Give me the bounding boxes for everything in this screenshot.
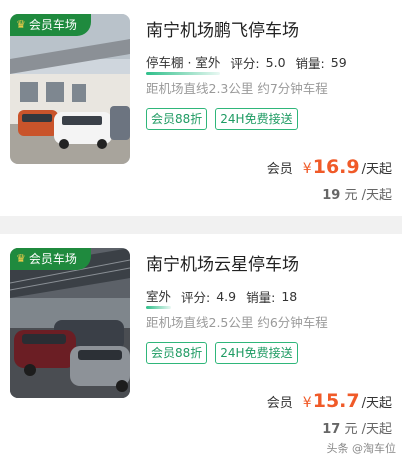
parking-type: 停车棚 · 室外 xyxy=(146,52,221,75)
parking-lot-photo-image xyxy=(10,248,130,398)
currency-symbol: ¥ xyxy=(302,395,312,411)
member-price: 会员 ¥ 15.7 /天起 xyxy=(267,390,392,412)
parking-listing-card[interactable]: ♛ 会员车场 南宁机场鹏飞停车场 停车棚 · 室外 评分: 5.0 销量: 59… xyxy=(0,0,402,216)
rating-label: 评分: xyxy=(181,290,211,305)
parking-lot-photo[interactable]: ♛ 会员车场 xyxy=(10,248,130,398)
member-price: 会员 ¥ 16.9 /天起 xyxy=(267,156,392,178)
sales-value: 59 xyxy=(330,55,347,70)
parking-lot-photo[interactable]: ♛ 会员车场 xyxy=(10,14,130,164)
price-unit: /天起 xyxy=(361,396,392,411)
listing-meta: 停车棚 · 室外 评分: 5.0 销量: 59 xyxy=(146,52,347,75)
member-lot-badge: ♛ 会员车场 xyxy=(10,248,91,270)
original-price-value: 19 xyxy=(322,188,341,203)
distance-info: 距机场直线2.5公里 约6分钟车程 xyxy=(146,315,328,330)
listing-meta: 室外 评分: 4.9 销量: 18 xyxy=(146,286,298,309)
original-price: 17 元 /天起 xyxy=(322,418,392,437)
parking-lot-title[interactable]: 南宁机场云星停车场 xyxy=(146,250,299,275)
parking-type: 室外 xyxy=(146,286,172,309)
parking-lot-photo-image xyxy=(10,14,130,164)
original-price-value: 17 xyxy=(322,422,341,437)
crown-icon: ♛ xyxy=(16,18,26,31)
distance-info: 距机场直线2.3公里 约7分钟车程 xyxy=(146,81,328,96)
tag-list: 会员88折 24H免费接送 xyxy=(146,342,298,364)
original-price: 19 元 /天起 xyxy=(322,184,392,203)
crown-icon: ♛ xyxy=(16,252,26,265)
parking-lot-title[interactable]: 南宁机场鹏飞停车场 xyxy=(146,16,299,41)
original-price-unit: 元 /天起 xyxy=(344,422,392,437)
sales-label: 销量: xyxy=(295,56,325,71)
member-discount-tag: 会员88折 xyxy=(146,108,208,130)
sales-label: 销量: xyxy=(246,290,276,305)
member-price-label: 会员 xyxy=(266,162,293,177)
member-discount-tag: 会员88折 xyxy=(146,342,208,364)
member-price-value: 15.7 xyxy=(312,390,360,412)
original-price-unit: 元 /天起 xyxy=(344,188,392,203)
member-lot-badge: ♛ 会员车场 xyxy=(10,14,91,36)
currency-symbol: ¥ xyxy=(302,161,312,177)
tag-list: 会员88折 24H免费接送 xyxy=(146,108,298,130)
rating-label: 评分: xyxy=(230,56,260,71)
free-shuttle-tag: 24H免费接送 xyxy=(215,342,298,364)
price-unit: /天起 xyxy=(361,162,392,177)
rating-value: 5.0 xyxy=(265,55,286,70)
watermark: 头条 @淘车位 xyxy=(326,442,397,455)
member-price-value: 16.9 xyxy=(312,156,360,178)
sales-value: 18 xyxy=(281,289,298,304)
parking-listing-card[interactable]: ♛ 会员车场 南宁机场云星停车场 室外 评分: 4.9 销量: 18 距机场直线… xyxy=(0,234,402,462)
rating-value: 4.9 xyxy=(216,289,237,304)
member-price-label: 会员 xyxy=(266,396,293,411)
free-shuttle-tag: 24H免费接送 xyxy=(215,108,298,130)
